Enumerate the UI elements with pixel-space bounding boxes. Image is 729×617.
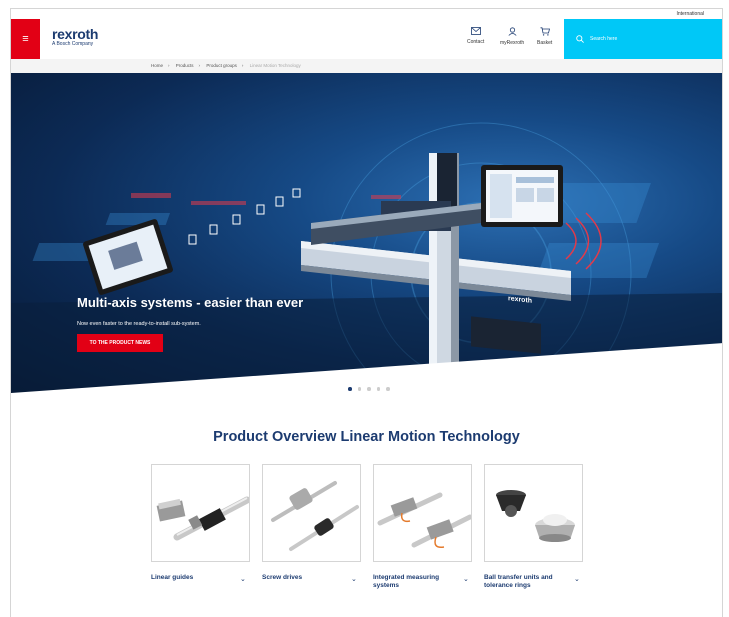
search-input[interactable]: Search here — [590, 36, 617, 42]
user-icon — [508, 27, 517, 36]
screw-drives-image — [271, 481, 359, 551]
product-card-linear-guides[interactable] — [151, 464, 251, 562]
section-title: Product Overview Linear Motion Technolog… — [213, 429, 520, 445]
cart-icon — [540, 27, 550, 36]
search-bar[interactable]: Search here — [564, 19, 722, 59]
rexroth-logo[interactable]: rexroth A Bosch Company — [52, 26, 98, 47]
basket-label: Basket — [537, 40, 553, 46]
chevron-down-icon[interactable]: ⌄ — [351, 575, 357, 583]
search-icon — [576, 35, 584, 43]
logo-subtitle: A Bosch Company — [52, 41, 94, 47]
ball-transfer-image — [496, 490, 575, 542]
chevron-down-icon[interactable]: ⌄ — [240, 575, 246, 583]
carousel-dot-1[interactable] — [348, 387, 352, 391]
myrexroth-label: myRexroth — [500, 40, 525, 46]
chevron-down-icon[interactable]: ⌄ — [463, 575, 469, 583]
breadcrumb-current: Linear Motion Technology — [249, 63, 301, 68]
hamburger-icon: ≡ — [22, 33, 29, 45]
hero-title: Multi-axis systems - easier than ever — [77, 295, 304, 310]
myrexroth-link[interactable]: myRexroth — [500, 27, 524, 46]
breadcrumb: Home › Products › Product groups › Linear M… — [11, 59, 722, 73]
linear-guides-image — [156, 496, 251, 541]
carousel-dot-3[interactable] — [367, 387, 371, 391]
ball-transfer-label[interactable]: Ball transfer units and tolerance rings — [484, 574, 570, 590]
breadcrumb-products[interactable]: Products — [176, 63, 194, 68]
contact-label: Contact — [467, 39, 485, 45]
carousel-dots — [348, 387, 390, 391]
carousel-dot-4[interactable] — [376, 387, 380, 391]
carousel-dot-2[interactable] — [357, 387, 361, 391]
product-card-ball-transfer[interactable] — [484, 464, 583, 562]
breadcrumb-home[interactable]: Home — [151, 63, 163, 68]
chevron-down-icon[interactable]: ⌄ — [574, 575, 580, 583]
product-card-screw-drives[interactable] — [262, 464, 361, 562]
measuring-systems-image — [377, 492, 473, 549]
contact-link[interactable]: Contact — [467, 27, 484, 45]
product-news-button[interactable]: TO THE PRODUCT NEWS — [77, 334, 163, 352]
basket-link[interactable]: Basket — [537, 27, 552, 46]
measuring-systems-label[interactable]: Integrated measuring systems — [373, 574, 459, 590]
logo-brand: rexroth — [52, 26, 99, 42]
menu-button[interactable]: ≡ — [11, 19, 40, 59]
international-link[interactable]: International — [676, 11, 704, 17]
mail-icon — [470, 27, 481, 35]
hero-subtitle: Now even faster to the ready-to-install … — [77, 321, 201, 327]
top-utility-bar: International — [11, 9, 722, 19]
hero-banner[interactable]: rexroth Multi-axis systems - easier than… — [11, 73, 722, 393]
breadcrumb-product-groups[interactable]: Product groups — [206, 63, 237, 68]
product-card-integrated-measuring[interactable] — [373, 464, 473, 562]
linear-guides-label[interactable]: Linear guides — [151, 574, 231, 582]
page-frame: International ≡ rexroth A Bosch Company … — [10, 8, 723, 617]
carousel-dot-5[interactable] — [386, 387, 390, 391]
site-header: ≡ rexroth A Bosch Company Contact myRexr… — [11, 19, 722, 59]
screw-drives-label[interactable]: Screw drives — [262, 574, 342, 582]
